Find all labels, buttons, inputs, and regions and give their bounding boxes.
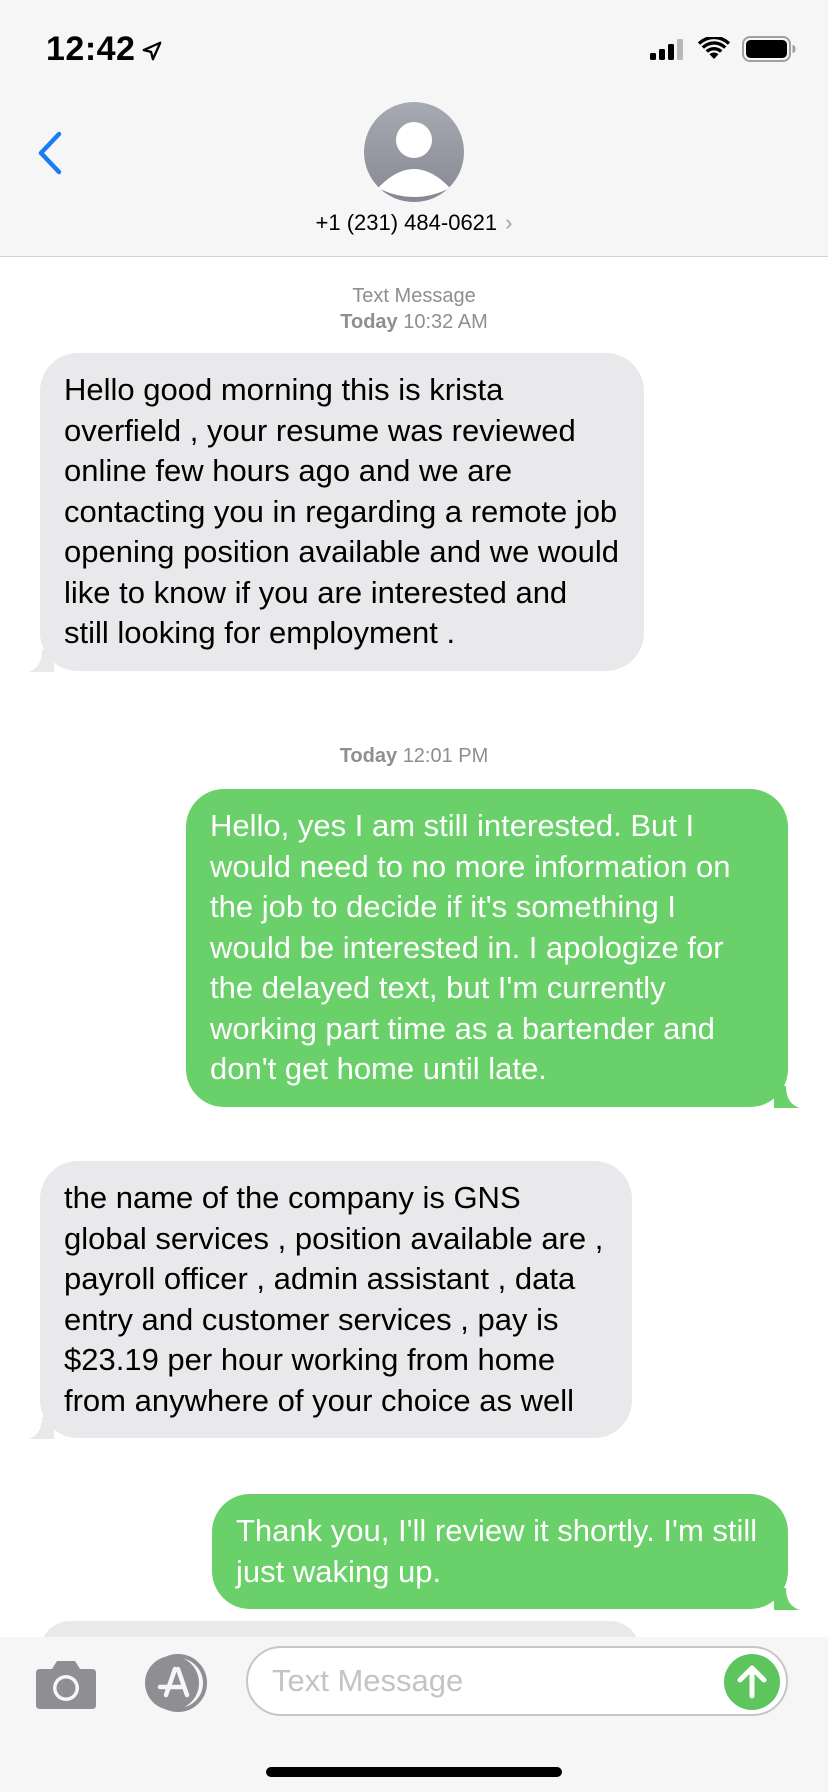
send-button[interactable]: [724, 1654, 780, 1710]
conversation-header: +1 (231) 484-0621 ›: [0, 100, 828, 257]
status-icons: [650, 36, 796, 62]
arrow-up-icon: [737, 1665, 767, 1699]
chevron-left-icon: [38, 131, 62, 175]
contact-name: +1 (231) 484-0621: [315, 210, 498, 235]
message-type-label: Text Message: [352, 285, 476, 307]
bubble-tail: [774, 1085, 800, 1108]
cellular-signal-icon: [650, 39, 683, 60]
timestamp-header: Today 12:01 PM: [0, 743, 828, 769]
status-bar: 12:42: [0, 0, 828, 100]
message-text: the name of the company is GNS global se…: [64, 1180, 604, 1418]
contact-name-button[interactable]: +1 (231) 484-0621 ›: [0, 210, 828, 236]
outgoing-message[interactable]: Thank you, I'll review it shortly. I'm s…: [212, 1494, 800, 1610]
contact-avatar[interactable]: [364, 102, 464, 202]
message-text: Hello good morning this is krista overfi…: [64, 372, 619, 650]
person-icon: [378, 122, 450, 197]
outgoing-message[interactable]: Hello, yes I am still interested. But I …: [186, 789, 800, 1108]
timestamp-header: Text Message Today 10:32 AM: [0, 283, 828, 335]
message-input[interactable]: [272, 1648, 692, 1714]
app-store-button[interactable]: [140, 1653, 212, 1713]
incoming-message[interactable]: the name of the company is GNS global se…: [28, 1161, 632, 1439]
incoming-message[interactable]: Hello good morning this is krista overfi…: [28, 353, 644, 672]
camera-icon: [36, 1661, 96, 1709]
app-store-icon: [145, 1654, 207, 1712]
wifi-icon: [698, 37, 730, 59]
bubble-tail: [28, 649, 54, 672]
battery-icon: [742, 36, 796, 62]
timestamp: Today 12:01 PM: [339, 745, 489, 767]
status-time: 12:42: [46, 30, 163, 69]
message-input-field[interactable]: [246, 1646, 788, 1716]
back-button[interactable]: [30, 128, 70, 178]
location-arrow-icon: [143, 41, 162, 60]
home-indicator[interactable]: [266, 1767, 562, 1777]
timestamp: Today 10:32 AM: [340, 311, 488, 333]
message-text: Thank you, I'll review it shortly. I'm s…: [236, 1513, 758, 1589]
camera-button[interactable]: [34, 1657, 98, 1711]
incoming-message-partial[interactable]: [40, 1621, 640, 1637]
chevron-right-icon: ›: [505, 210, 513, 235]
message-thread[interactable]: Text Message Today 10:32 AM Hello good m…: [0, 257, 828, 1637]
clock-label: 12:42: [46, 30, 136, 68]
bubble-tail: [774, 1588, 800, 1610]
message-text: Hello, yes I am still interested. But I …: [210, 808, 731, 1086]
bubble-tail: [28, 1417, 54, 1439]
